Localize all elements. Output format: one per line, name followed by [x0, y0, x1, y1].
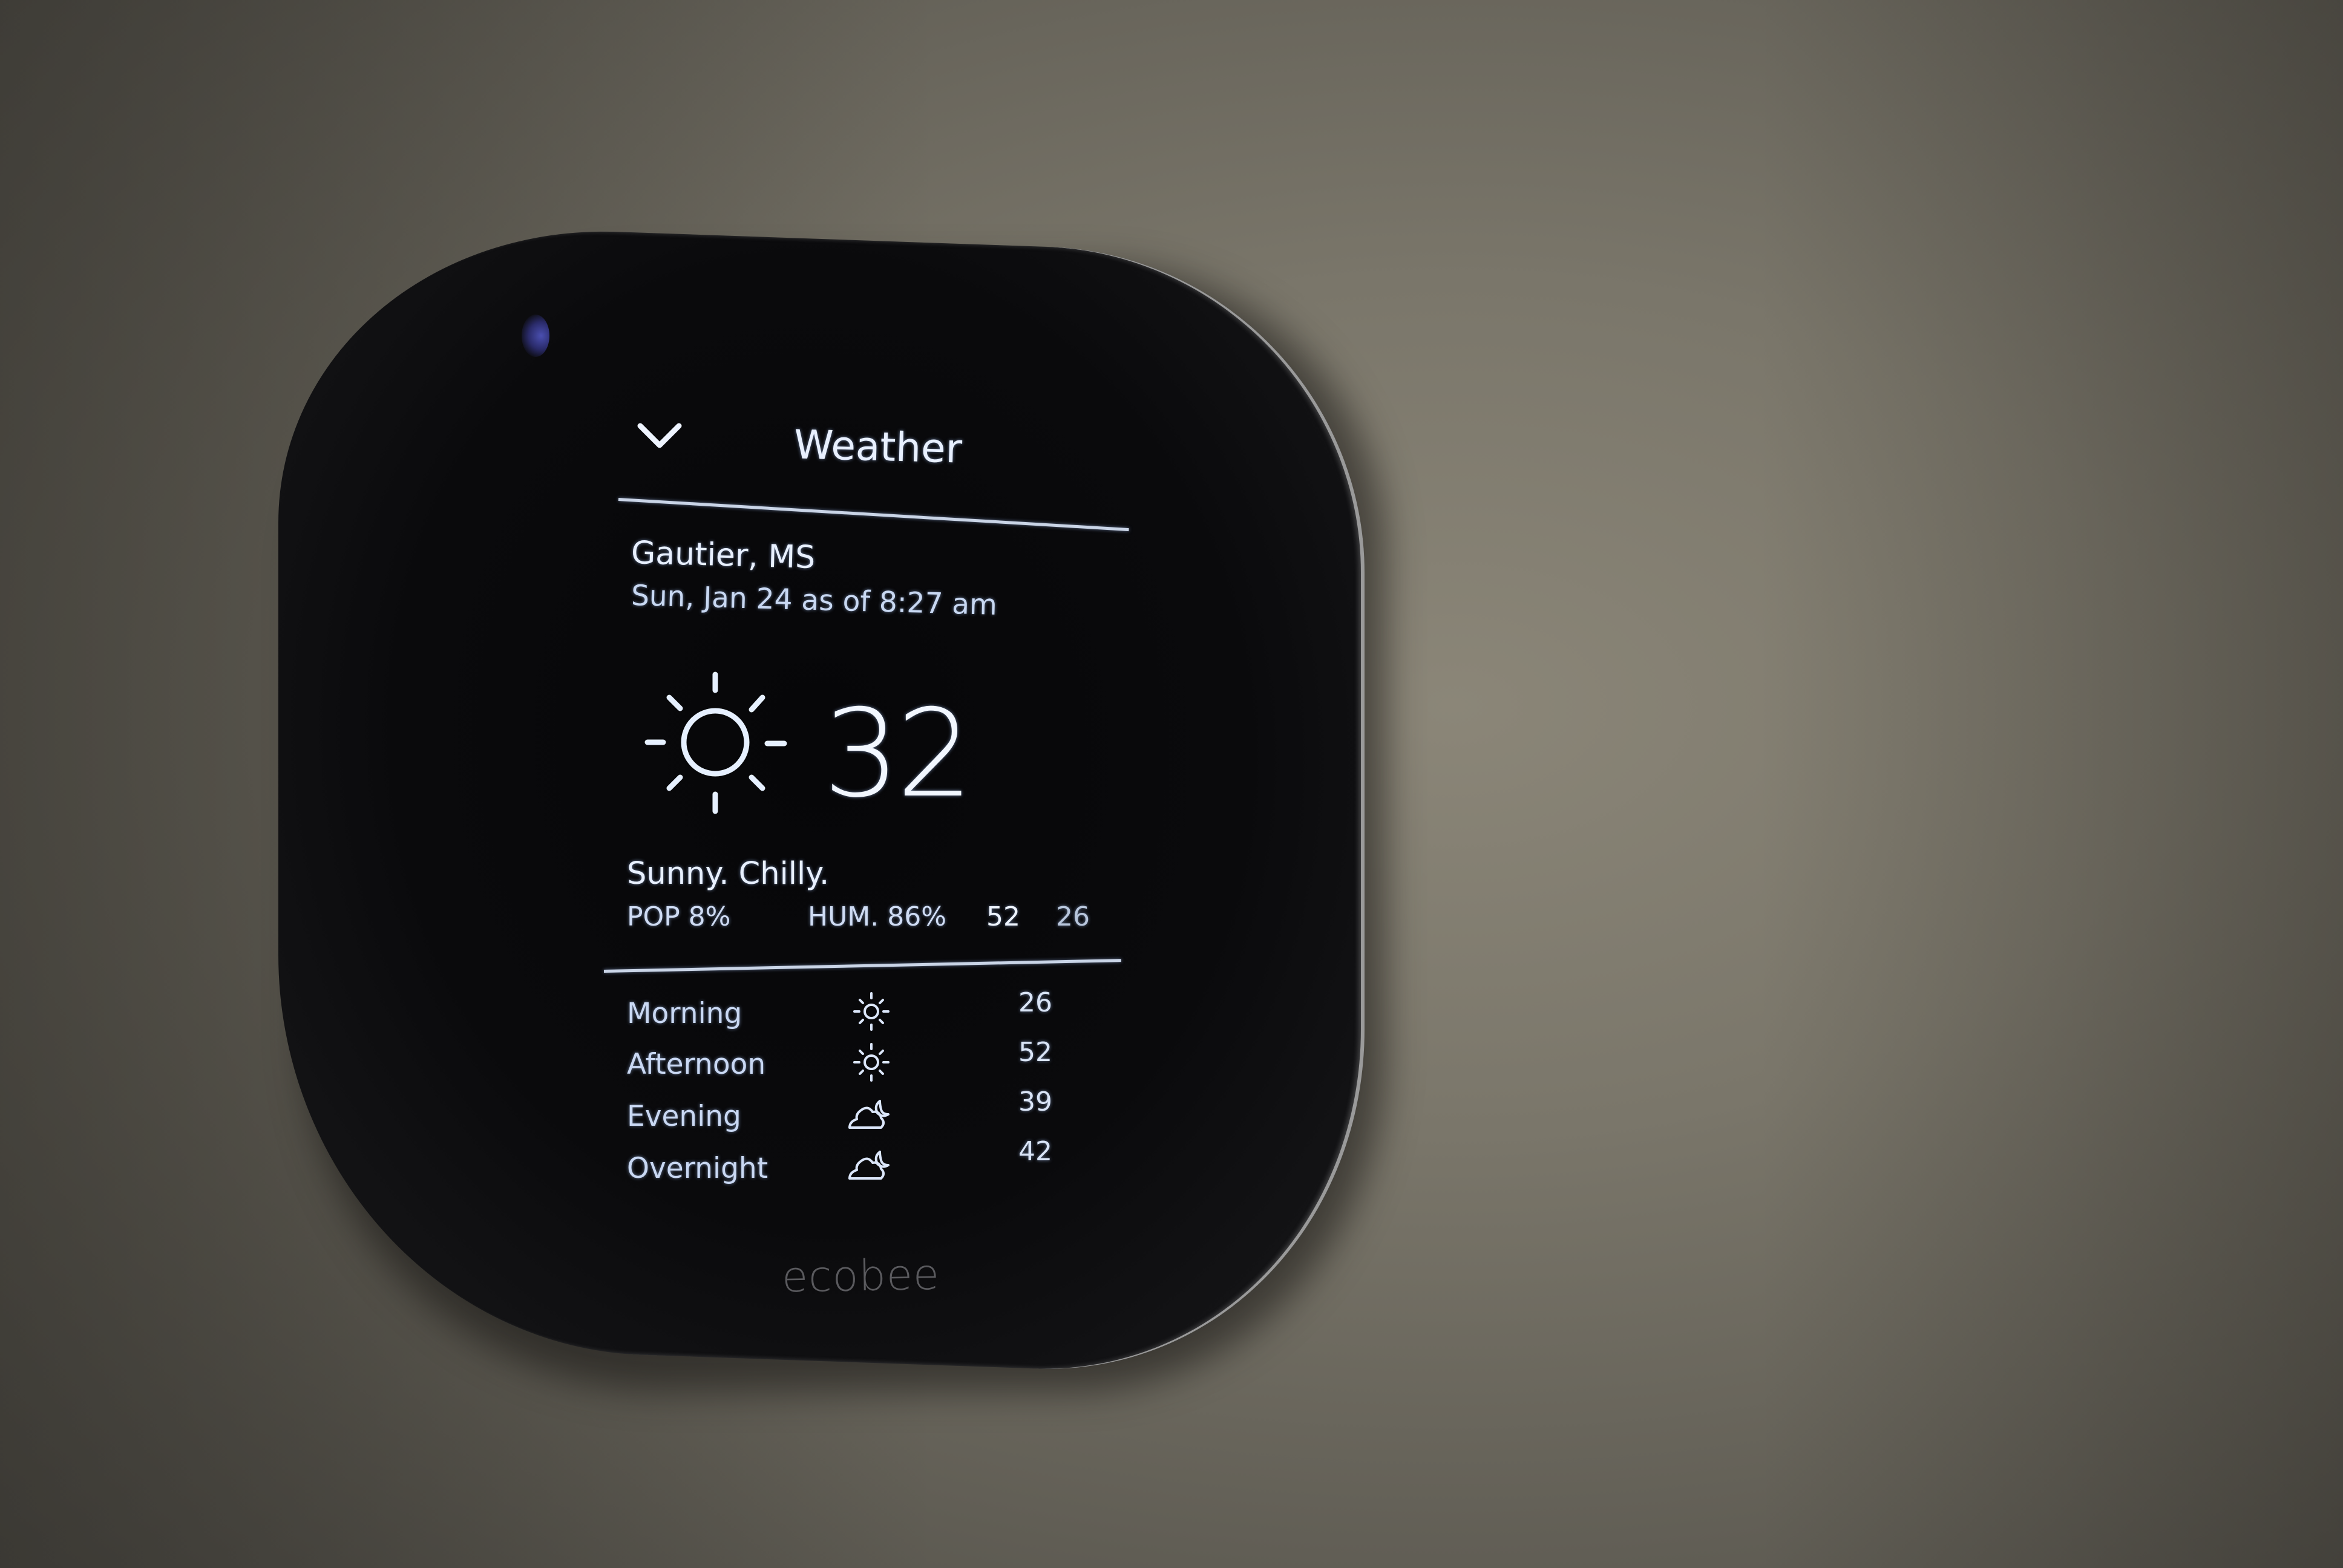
chevron-down-icon[interactable] [635, 417, 684, 454]
sun-icon [853, 992, 890, 1031]
location-label: Gautier, MS [631, 535, 816, 576]
cloud-moon-icon [848, 1151, 890, 1180]
updated-timestamp: Sun, Jan 24 as of 8:27 am [631, 579, 998, 622]
forecast-temp: 39 [1018, 1086, 1052, 1117]
forecast-temp: 26 [1018, 987, 1052, 1018]
low-temperature: 26 [1056, 901, 1090, 932]
condition-text: Sunny. Chilly. [627, 856, 830, 892]
sun-icon [644, 671, 787, 814]
brand-logo: ecobee [781, 1249, 940, 1302]
header-divider [618, 498, 1129, 532]
humidity: HUM. 86% [808, 901, 947, 932]
forecast-period: Evening [627, 1100, 741, 1133]
forecast-period: Afternoon [627, 1048, 766, 1081]
forecast-temp: 52 [1018, 1037, 1052, 1068]
forecast-temp: 42 [1018, 1136, 1052, 1167]
precipitation-probability: POP 8% [627, 901, 731, 932]
thermostat-screen: Weather Gautier, MS Sun, Jan 24 as of 8:… [0, 0, 2343, 1568]
cloud-moon-icon [848, 1100, 890, 1129]
forecast-divider [603, 959, 1121, 973]
current-temperature: 32 [823, 684, 973, 825]
high-temperature: 52 [986, 901, 1020, 932]
sun-icon [853, 1043, 890, 1082]
screen-title: Weather [793, 421, 963, 472]
forecast-period: Morning [627, 997, 742, 1030]
forecast-period: Overnight [627, 1152, 768, 1185]
